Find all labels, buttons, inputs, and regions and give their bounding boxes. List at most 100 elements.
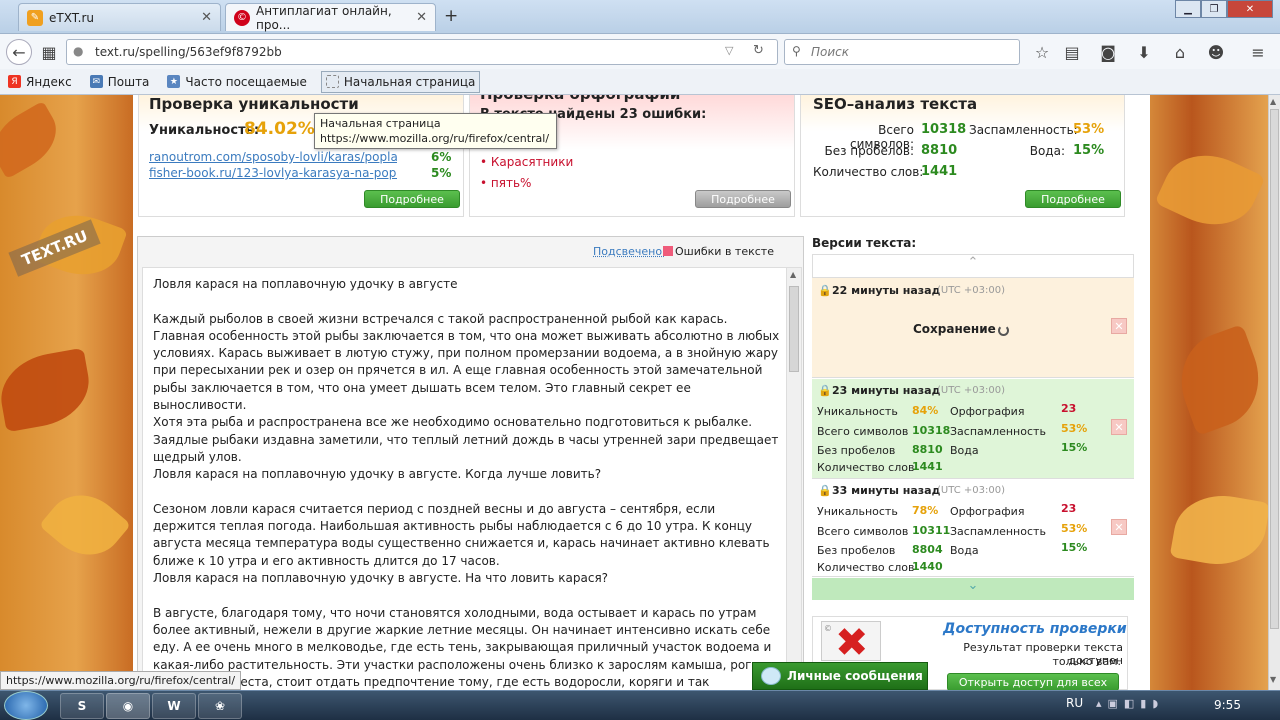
messages-button[interactable]: Личные сообщения xyxy=(752,662,928,690)
etxt-favicon: ✎ xyxy=(27,9,43,26)
version-stat-value: 53% xyxy=(1061,422,1088,435)
search-icon: ⚲ xyxy=(792,44,801,58)
close-window-button[interactable]: ✕ xyxy=(1227,0,1273,18)
pocket-icon[interactable]: ◙ xyxy=(1095,39,1121,65)
bookmark-yandex[interactable]: Я Яндекс xyxy=(4,71,76,93)
seo-stat-value: 53% xyxy=(1073,122,1105,137)
bookmark-frequent[interactable]: ★ Часто посещаемые xyxy=(163,71,310,93)
bookmark-homepage[interactable]: Начальная страница xyxy=(320,70,481,93)
scroll-up-icon[interactable]: ▲ xyxy=(1270,97,1276,106)
bookmark-mail[interactable]: ✉ Пошта xyxy=(86,71,154,93)
bookmark-label: Яндекс xyxy=(26,74,72,89)
clock: 9:55 xyxy=(1214,698,1241,712)
spelling-error-item[interactable]: • пять% xyxy=(480,176,531,190)
spelling-details-button[interactable]: Подробнее xyxy=(695,190,791,208)
version-time: 23 минуты назад xyxy=(832,384,941,397)
highlight-label[interactable]: Подсвечено: xyxy=(593,245,666,258)
version-item[interactable]: 🔒 23 минуты назад (UTC +03:00) Уникальность… xyxy=(812,379,1134,479)
bookmark-label: Начальная страница xyxy=(343,74,476,89)
spelling-error-item[interactable]: • Карасятники xyxy=(480,155,573,169)
version-stat-value: 84% xyxy=(912,404,939,417)
source-link[interactable]: fisher-book.ru/123-lovlya-karasya-na-pop… xyxy=(149,166,397,180)
version-time: 33 минуты назад xyxy=(832,484,941,497)
version-stat-label: Всего символов xyxy=(817,525,909,538)
menu-icon[interactable]: ≡ xyxy=(1245,39,1271,65)
delete-version-button[interactable]: ✕ xyxy=(1111,419,1127,435)
lock-icon: 🔒 xyxy=(818,284,832,297)
text-editor[interactable]: Ловля карася на поплавочную удочку в авг… xyxy=(142,267,802,690)
url-text: text.ru/spelling/563ef9f8792bb xyxy=(95,45,282,59)
spelling-summary-count: 23 ошибки: xyxy=(619,107,707,122)
language-indicator[interactable]: RU xyxy=(1066,696,1083,710)
text-paragraph: Каждый рыболов в своей жизни встречался … xyxy=(153,311,780,413)
seo-details-button[interactable]: Подробнее xyxy=(1025,190,1121,208)
uniqueness-value: 84.02% xyxy=(244,119,315,139)
page-scrollbar[interactable]: ▲ ▼ xyxy=(1268,95,1280,690)
reading-list-icon[interactable]: ▤ xyxy=(1059,39,1085,65)
version-tz: (UTC +03:00) xyxy=(937,485,1006,496)
close-icon[interactable]: ✕ xyxy=(201,10,212,25)
scroll-down-icon[interactable]: ▼ xyxy=(1270,675,1276,684)
version-stat-value: 1440 xyxy=(912,560,943,573)
versions-up-button[interactable]: ⌃ xyxy=(812,254,1134,278)
main-content: Проверка уникальности Уникальность: 84.0… xyxy=(133,95,1150,690)
versions-panel: Версии текста: ⌃ 🔒 22 минуты назад (UTC … xyxy=(812,236,1134,690)
minimize-button[interactable]: ▁ xyxy=(1175,0,1201,18)
open-access-button[interactable]: Открыть доступ для всех xyxy=(947,673,1119,690)
status-url: https://www.mozilla.org/ru/firefox/centr… xyxy=(0,671,242,690)
scroll-thumb[interactable] xyxy=(789,286,799,372)
start-button[interactable] xyxy=(4,691,48,720)
leaf-decoration xyxy=(1169,487,1268,573)
word-taskbar-icon[interactable]: W xyxy=(152,693,196,719)
version-stat-value: 15% xyxy=(1061,441,1088,454)
version-item[interactable]: 🔒 22 минуты назад (UTC +03:00) Сохранени… xyxy=(812,278,1134,378)
downloads-icon[interactable]: ⬇ xyxy=(1131,39,1157,65)
firefox-taskbar-icon[interactable]: ◉ xyxy=(106,693,150,719)
leaf-decoration xyxy=(1154,139,1266,241)
dropdown-icon[interactable]: ▽ xyxy=(725,44,733,57)
back-button[interactable]: ← xyxy=(6,39,32,65)
version-item[interactable]: 🔒 33 минуты назад (UTC +03:00) Уникальность… xyxy=(812,479,1134,577)
editor-scrollbar[interactable]: ▲ xyxy=(786,268,801,690)
close-icon[interactable]: ✕ xyxy=(416,10,427,25)
reload-icon[interactable]: ↻ xyxy=(753,43,764,58)
url-bar[interactable]: ● text.ru/spelling/563ef9f8792bb ▽ ↻ xyxy=(66,39,778,65)
seo-stat-label: Без пробелов: xyxy=(824,144,914,158)
globe-icon: ● xyxy=(73,44,84,58)
text-paragraph: Ловля карася на поплавочную удочку в авг… xyxy=(153,571,609,586)
skype-taskbar-icon[interactable]: S xyxy=(60,693,104,719)
search-input[interactable]: ⚲ Поиск xyxy=(784,39,1020,65)
bookmark-label: Часто посещаемые xyxy=(185,74,307,89)
version-stat-label: Заспамленность xyxy=(950,525,1046,538)
tab-textru[interactable]: © Антиплагиат онлайн, про... ✕ xyxy=(225,3,436,32)
maximize-button[interactable]: ❐ xyxy=(1201,0,1227,18)
version-stat-value: 53% xyxy=(1061,522,1088,535)
scroll-up-icon[interactable]: ▲ xyxy=(790,270,796,279)
source-pct: 6% xyxy=(431,150,452,164)
delete-version-button[interactable]: ✕ xyxy=(1111,318,1127,334)
promo-text: только вам. xyxy=(1052,655,1121,668)
home-icon[interactable]: ⌂ xyxy=(1167,39,1193,65)
seo-stat-value: 15% xyxy=(1073,143,1105,158)
version-stat-label: Вода xyxy=(950,444,979,457)
seo-card: SEO–анализ текста Всего символов: 10318 … xyxy=(800,95,1125,217)
chat-icon[interactable]: ☻ xyxy=(1203,39,1229,65)
new-tab-button[interactable]: + xyxy=(444,6,458,26)
delete-version-button[interactable]: ✕ xyxy=(1111,519,1127,535)
source-link[interactable]: ranoutrom.com/sposoby-lovli/karas/poplav… xyxy=(149,150,397,164)
source-pct: 5% xyxy=(431,166,452,180)
version-stat-label: Без пробелов xyxy=(817,444,896,457)
versions-down-button[interactable]: ⌄ xyxy=(812,578,1134,600)
tray-icons[interactable]: ▴▣◧▮◗ xyxy=(1096,697,1164,710)
uniqueness-details-button[interactable]: Подробнее xyxy=(364,190,460,208)
version-stat-label: Орфография xyxy=(950,405,1025,418)
library-icon[interactable]: ▦ xyxy=(36,39,62,65)
app-taskbar-icon[interactable]: ❀ xyxy=(198,693,242,719)
scroll-thumb[interactable] xyxy=(1270,109,1279,629)
version-stat-label: Количество слов xyxy=(817,461,915,474)
bookmark-star-icon[interactable]: ☆ xyxy=(1029,39,1055,65)
version-tz: (UTC +03:00) xyxy=(937,285,1006,296)
text-content[interactable]: Ловля карася на поплавочную удочку в авг… xyxy=(153,276,781,690)
tab-etxt[interactable]: ✎ eTXT.ru ✕ xyxy=(18,3,221,31)
